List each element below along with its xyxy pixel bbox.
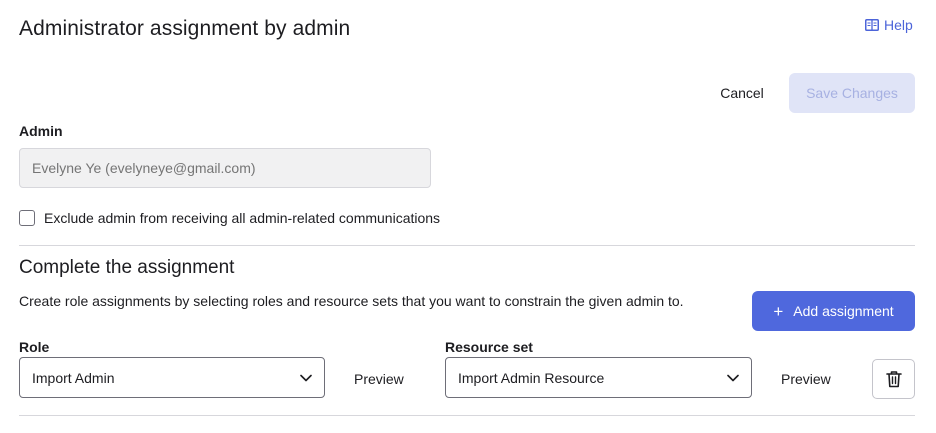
exclude-communications-row: Exclude admin from receiving all admin-r… (19, 210, 440, 226)
resource-set-select[interactable]: Import Admin Resource (445, 357, 752, 398)
exclude-communications-checkbox[interactable] (19, 210, 35, 226)
save-changes-button[interactable]: Save Changes (789, 73, 915, 113)
delete-assignment-button[interactable] (872, 359, 915, 399)
admin-label: Admin (19, 123, 63, 139)
page-title: Administrator assignment by admin (19, 17, 351, 40)
help-label: Help (884, 17, 913, 33)
resource-set-preview-link[interactable]: Preview (781, 371, 831, 387)
bottom-divider (19, 415, 915, 416)
chevron-down-icon (727, 374, 739, 382)
trash-icon (885, 370, 902, 388)
section-title: Complete the assignment (19, 257, 235, 278)
role-value: Import Admin (32, 369, 115, 386)
resource-set-value: Import Admin Resource (458, 369, 605, 386)
section-divider (19, 245, 915, 246)
help-link[interactable]: Help (865, 17, 913, 33)
add-assignment-button[interactable]: + Add assignment (752, 291, 915, 331)
book-icon (865, 19, 879, 31)
role-label: Role (19, 339, 50, 355)
exclude-communications-label[interactable]: Exclude admin from receiving all admin-r… (44, 210, 440, 226)
admin-field[interactable] (19, 148, 431, 188)
plus-icon: + (773, 301, 784, 321)
cancel-button[interactable]: Cancel (706, 74, 778, 112)
role-preview-link[interactable]: Preview (354, 371, 404, 387)
role-select[interactable]: Import Admin (19, 357, 325, 398)
resource-set-label: Resource set (445, 339, 533, 355)
chevron-down-icon (300, 374, 312, 382)
section-description: Create role assignments by selecting rol… (19, 293, 684, 309)
add-assignment-label: Add assignment (793, 303, 894, 319)
